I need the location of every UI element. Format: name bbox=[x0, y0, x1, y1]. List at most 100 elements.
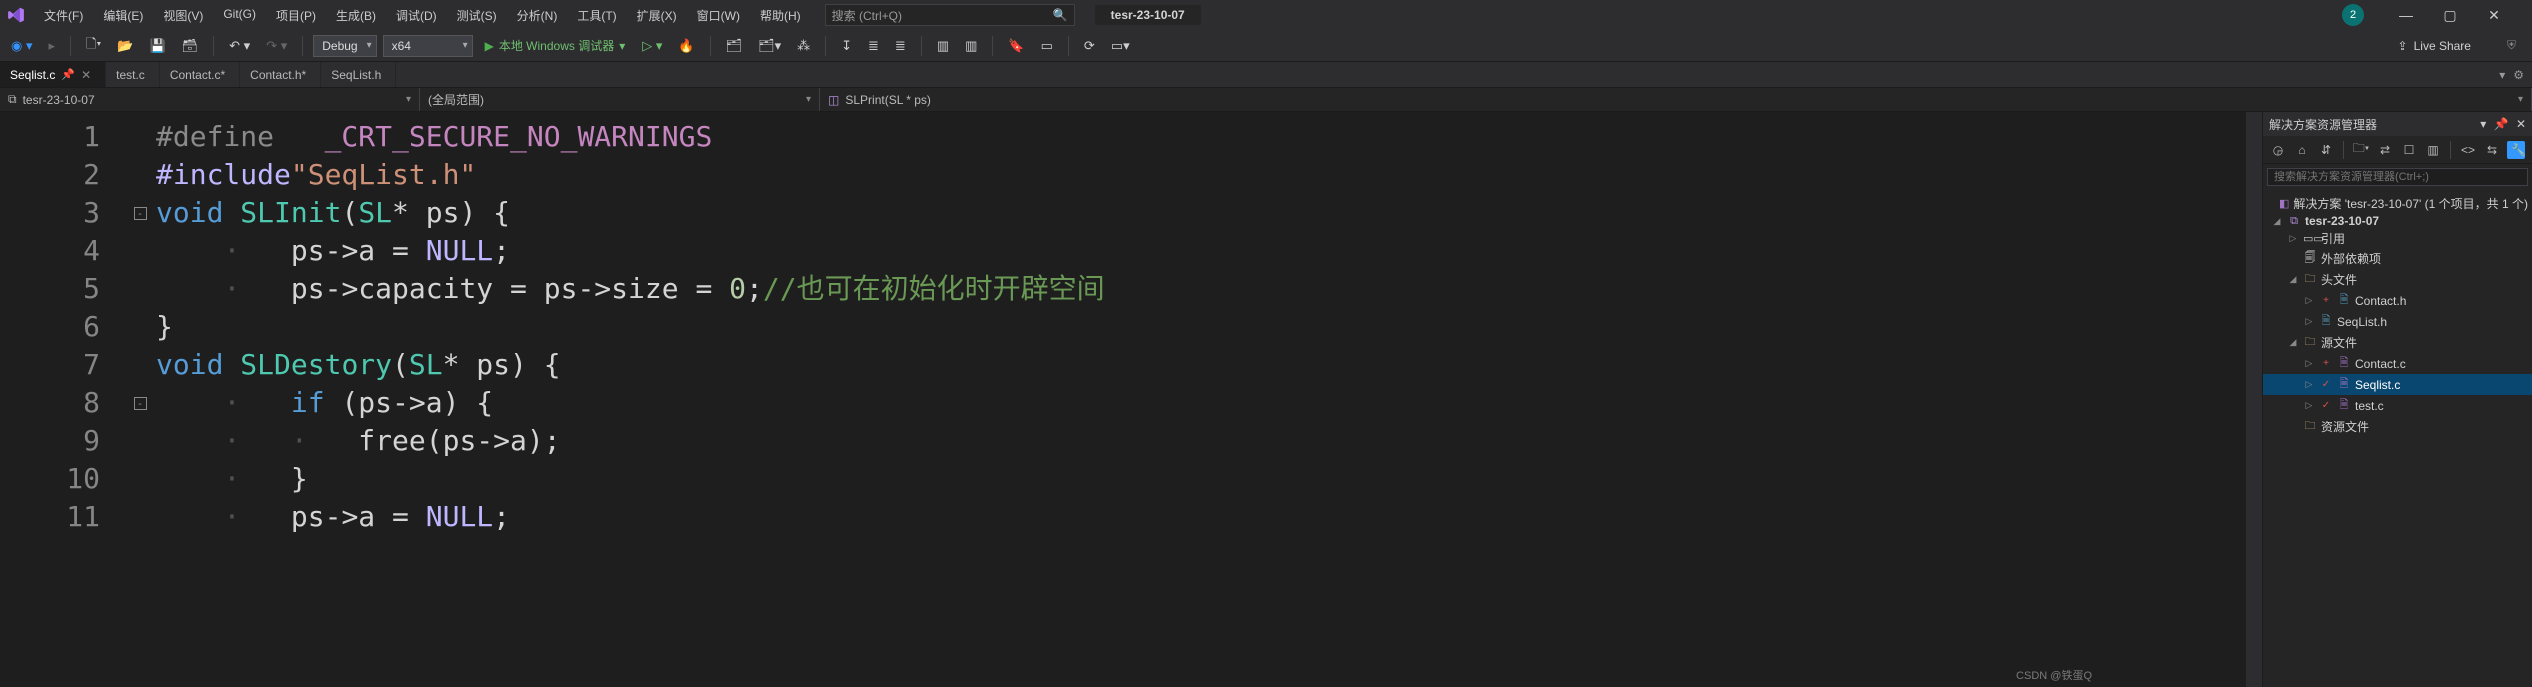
code-line[interactable]: · if (ps->a) { bbox=[156, 384, 2246, 422]
maximize-button[interactable]: ▢ bbox=[2428, 0, 2472, 30]
toolbar-icon[interactable]: <> bbox=[2459, 143, 2477, 157]
sync-icon[interactable]: ⇵ bbox=[2317, 143, 2335, 157]
close-tab-icon[interactable]: ✕ bbox=[81, 68, 91, 82]
code-area[interactable]: #define _CRT_SECURE_NO_WARNINGS#include"… bbox=[150, 112, 2246, 687]
menu-item[interactable]: 扩展(X) bbox=[627, 1, 687, 30]
toolbar-icon[interactable]: 🗂▾ bbox=[753, 34, 786, 58]
document-tab[interactable]: Contact.c* bbox=[160, 62, 240, 87]
step-into-icon[interactable]: ↧ bbox=[836, 34, 857, 58]
toolbar-icon[interactable]: ⁂ bbox=[792, 34, 815, 58]
toolbar-icon[interactable]: ≣ bbox=[890, 34, 911, 58]
code-line[interactable]: · · free(ps->a); bbox=[156, 422, 2246, 460]
code-line[interactable]: } bbox=[156, 308, 2246, 346]
solution-tree[interactable]: ◧解决方案 'tesr-23-10-07' (1 个项目，共 1 个)◢⧉tes… bbox=[2263, 190, 2532, 441]
toolbar-icon[interactable]: ▥ bbox=[932, 34, 954, 58]
code-line[interactable]: #define _CRT_SECURE_NO_WARNINGS bbox=[156, 118, 2246, 156]
expand-icon[interactable]: ▷ bbox=[2287, 233, 2299, 244]
hot-reload-button[interactable]: 🔥 bbox=[673, 34, 699, 58]
menu-item[interactable]: 测试(S) bbox=[447, 1, 507, 30]
start-debug-button[interactable]: ▶本地 Windows 调试器 ▾ bbox=[479, 37, 632, 54]
platform-combo[interactable]: x64 bbox=[383, 35, 473, 57]
toolbar-icon[interactable]: ⇄ bbox=[2376, 143, 2394, 157]
toolbar-icon[interactable]: ⟳ bbox=[1079, 34, 1100, 58]
live-share-button[interactable]: ⇪ Live Share ⛨ bbox=[2398, 38, 2526, 53]
expand-icon[interactable]: ◢ bbox=[2287, 274, 2299, 285]
tree-row[interactable]: ▷✓🗎Seqlist.c bbox=[2263, 374, 2532, 395]
code-line[interactable]: · } bbox=[156, 460, 2246, 498]
toolbar-icon[interactable]: ≣ bbox=[863, 34, 884, 58]
tab-settings-icon[interactable]: ⚙ bbox=[2513, 68, 2524, 82]
code-line[interactable]: void SLInit(SL* ps) { bbox=[156, 194, 2246, 232]
properties-icon[interactable]: 🔧 bbox=[2507, 141, 2525, 159]
code-line[interactable]: · ps->a = NULL; bbox=[156, 498, 2246, 536]
solution-explorer-title-bar[interactable]: 解决方案资源管理器 ▾ 📌 ✕ bbox=[2263, 112, 2532, 136]
menu-item[interactable]: 项目(P) bbox=[266, 1, 326, 30]
undo-button[interactable]: ↶ ▾ bbox=[224, 34, 255, 58]
toolbar-icon[interactable]: ▭▾ bbox=[1106, 34, 1135, 58]
fold-gutter[interactable]: - - bbox=[130, 112, 150, 687]
panel-dropdown-icon[interactable]: ▾ bbox=[2480, 117, 2486, 131]
menu-item[interactable]: Git(G) bbox=[213, 1, 266, 30]
tree-row[interactable]: ◢⧉tesr-23-10-07 bbox=[2263, 213, 2532, 229]
toolbar-icon[interactable]: 🗀▾ bbox=[2352, 139, 2370, 160]
save-all-button[interactable]: 🗃 bbox=[177, 34, 204, 58]
editor[interactable]: 1234567891011 - - #define _CRT_SECURE_NO… bbox=[0, 112, 2262, 687]
tree-row[interactable]: ◢🗀源文件 bbox=[2263, 332, 2532, 353]
code-line[interactable]: void SLDestory(SL* ps) { bbox=[156, 346, 2246, 384]
nav-project-combo[interactable]: ⧉ tesr-23-10-07 bbox=[0, 88, 420, 111]
config-combo[interactable]: Debug bbox=[313, 35, 376, 57]
close-button[interactable]: ✕ bbox=[2472, 0, 2516, 30]
menu-item[interactable]: 文件(F) bbox=[34, 1, 93, 30]
expand-icon[interactable]: ▷ bbox=[2303, 358, 2315, 369]
toolbar-icon[interactable]: ▥ bbox=[2424, 143, 2442, 157]
toolbar-icon[interactable]: ☐ bbox=[2400, 143, 2418, 157]
menu-item[interactable]: 调试(D) bbox=[386, 1, 447, 30]
code-line[interactable]: #include"SeqList.h" bbox=[156, 156, 2246, 194]
expand-icon[interactable]: ▷ bbox=[2303, 316, 2315, 327]
fold-toggle[interactable]: - bbox=[134, 397, 147, 410]
menu-item[interactable]: 分析(N) bbox=[507, 1, 568, 30]
solution-search-input[interactable] bbox=[2267, 168, 2528, 186]
save-button[interactable]: 💾 bbox=[144, 34, 170, 58]
panel-pin-icon[interactable]: 📌 bbox=[2494, 117, 2509, 131]
menu-item[interactable]: 视图(V) bbox=[153, 1, 213, 30]
tree-row[interactable]: ▷▭▭引用 bbox=[2263, 229, 2532, 248]
toolbar-icon[interactable]: 🗂 bbox=[721, 34, 748, 58]
menu-item[interactable]: 窗口(W) bbox=[687, 1, 750, 30]
document-tab[interactable]: Seqlist.c📌✕ bbox=[0, 62, 106, 87]
nav-scope-combo[interactable]: (全局范围) bbox=[420, 88, 820, 111]
title-project-name[interactable]: tesr-23-10-07 bbox=[1095, 5, 1201, 25]
expand-icon[interactable]: ◢ bbox=[2271, 216, 2283, 227]
start-no-debug-button[interactable]: ▷ ▾ bbox=[637, 34, 667, 58]
menu-item[interactable]: 工具(T) bbox=[567, 1, 626, 30]
document-tab[interactable]: SeqList.h bbox=[321, 62, 396, 87]
bookmark-icon[interactable]: 🔖 bbox=[1003, 34, 1029, 58]
expand-icon[interactable]: ◢ bbox=[2287, 337, 2299, 348]
toolbar-icon[interactable]: ⇆ bbox=[2483, 143, 2501, 157]
global-search-input[interactable]: 搜索 (Ctrl+Q) 🔍 bbox=[825, 4, 1075, 26]
nav-symbol-combo[interactable]: ◫ SLPrint(SL * ps) bbox=[820, 88, 2532, 111]
menu-item[interactable]: 生成(B) bbox=[326, 1, 386, 30]
tree-row[interactable]: ▷+🗎Contact.h bbox=[2263, 290, 2532, 311]
code-line[interactable]: · ps->a = NULL; bbox=[156, 232, 2246, 270]
home-icon[interactable]: ⌂ bbox=[2293, 143, 2311, 157]
document-tab[interactable]: test.c bbox=[106, 62, 160, 87]
new-item-button[interactable]: 🗋▾ bbox=[81, 31, 106, 61]
toolbar-icon[interactable]: ▭ bbox=[1036, 34, 1058, 58]
tree-row[interactable]: ◢🗀头文件 bbox=[2263, 269, 2532, 290]
document-tab[interactable]: Contact.h* bbox=[240, 62, 321, 87]
expand-icon[interactable]: ▷ bbox=[2303, 400, 2315, 411]
redo-button[interactable]: ↷ ▾ bbox=[261, 34, 292, 58]
nav-back-button[interactable]: ◉ ▾ bbox=[6, 34, 37, 58]
minimize-button[interactable]: — bbox=[2384, 0, 2428, 30]
tab-overflow-button[interactable]: ▾ bbox=[2499, 68, 2505, 82]
menu-item[interactable]: 编辑(E) bbox=[93, 1, 153, 30]
menu-item[interactable]: 帮助(H) bbox=[750, 1, 811, 30]
notification-badge[interactable]: 2 bbox=[2342, 4, 2364, 26]
expand-icon[interactable]: ▷ bbox=[2303, 295, 2315, 306]
code-line[interactable]: · ps->capacity = ps->size = 0;//也可在初始化时开… bbox=[156, 270, 2246, 308]
expand-icon[interactable]: ▷ bbox=[2303, 379, 2315, 390]
tree-row[interactable]: 🗀资源文件 bbox=[2263, 416, 2532, 437]
pin-icon[interactable]: 📌 bbox=[61, 68, 75, 81]
tree-row[interactable]: 🗐外部依赖项 bbox=[2263, 248, 2532, 269]
